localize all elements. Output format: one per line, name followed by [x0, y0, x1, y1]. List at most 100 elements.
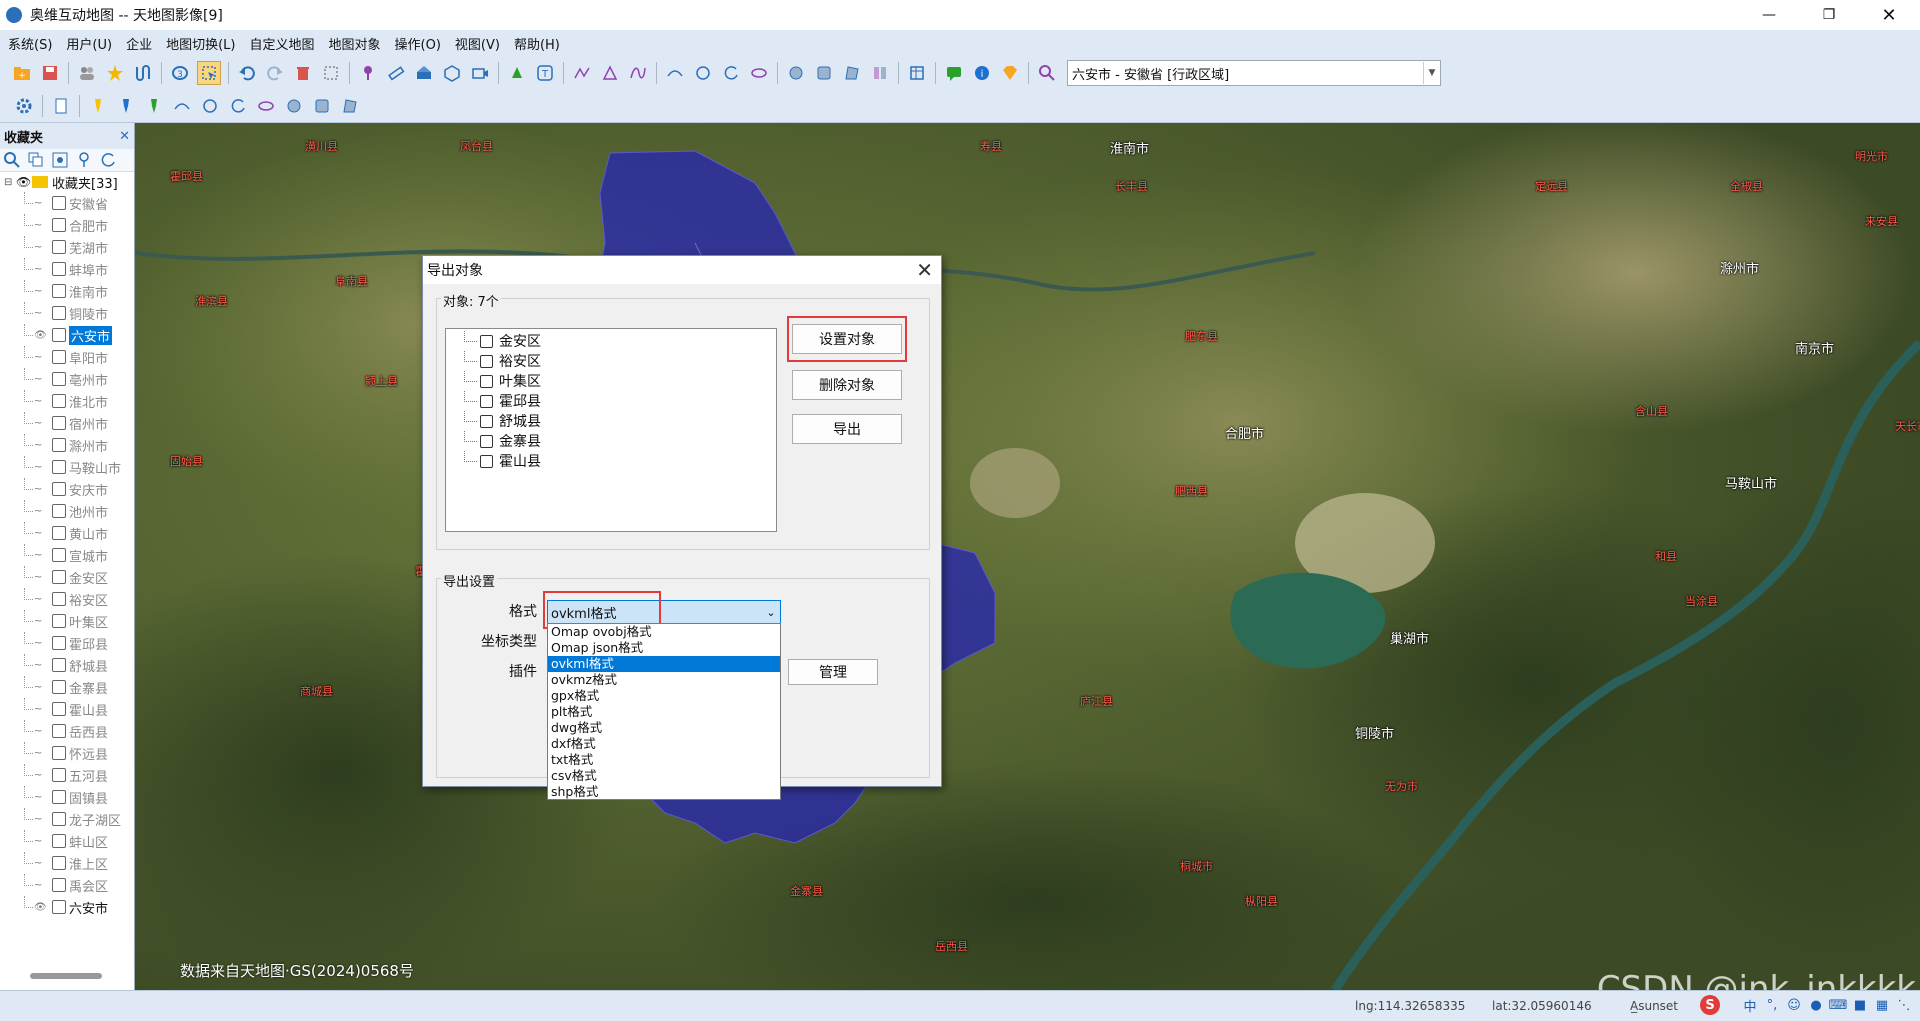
info-icon[interactable]: i	[971, 62, 993, 84]
users-icon[interactable]	[76, 62, 98, 84]
favorites-item[interactable]: ~ 马鞍山市	[0, 456, 134, 478]
object-list-item[interactable]: 霍邱县	[446, 391, 776, 411]
ime-logo-icon[interactable]: S	[1700, 995, 1720, 1015]
favorites-item[interactable]: ~ 芜湖市	[0, 236, 134, 258]
blue-pin-icon[interactable]	[115, 95, 137, 117]
select-tool-icon[interactable]	[197, 61, 221, 85]
format-option[interactable]: txt格式	[548, 752, 780, 768]
favorites-item[interactable]: ~ 霍山县	[0, 698, 134, 720]
compare-icon[interactable]	[869, 62, 891, 84]
eye-closed-icon[interactable]: ~	[34, 880, 50, 891]
eye-closed-icon[interactable]: ~	[34, 352, 50, 363]
eye-closed-icon[interactable]: ~	[34, 594, 50, 605]
ellipse-icon[interactable]	[255, 95, 277, 117]
favorites-root[interactable]: ⊟ 👁 收藏夹[33]	[0, 172, 134, 192]
menu-operation[interactable]: 操作(O)	[387, 34, 447, 53]
ellipse-icon[interactable]	[748, 62, 770, 84]
favorites-item[interactable]: ~ 淮南市	[0, 280, 134, 302]
favorites-item[interactable]: ~ 黄山市	[0, 522, 134, 544]
favorites-item[interactable]: ~ 怀远县	[0, 742, 134, 764]
object-list[interactable]: 金安区 裕安区 叶集区 霍邱县 舒城县 金寨县 霍山县	[445, 328, 777, 532]
grid-circle-icon[interactable]	[283, 95, 305, 117]
format-option[interactable]: gpx格式	[548, 688, 780, 704]
chevron-down-icon[interactable]: ▼	[1423, 62, 1440, 84]
keyboard-icon[interactable]: ⌨	[1828, 995, 1848, 1015]
refresh-icon[interactable]	[98, 150, 118, 170]
eye-closed-icon[interactable]: ~	[34, 792, 50, 803]
format-option[interactable]: Omap json格式	[548, 640, 780, 656]
yellow-pin-icon[interactable]	[87, 95, 109, 117]
menu-map-objects[interactable]: 地图对象	[321, 34, 387, 53]
copy-icon[interactable]	[26, 150, 46, 170]
eye-closed-icon[interactable]: ~	[34, 616, 50, 627]
area-measure-icon[interactable]	[413, 62, 435, 84]
grid-square-icon[interactable]	[311, 95, 333, 117]
format-option[interactable]: dwg格式	[548, 720, 780, 736]
skin-icon[interactable]: ■	[1850, 995, 1870, 1015]
save-icon[interactable]	[39, 62, 61, 84]
eye-closed-icon[interactable]: ~	[34, 726, 50, 737]
menu-map-switch[interactable]: 地图切换(L)	[158, 34, 241, 53]
map-view[interactable]: 霍邱县淮南市合肥市六安市滁州市南京市马鞍山市舒城县巢湖市铜陵市寿县长丰县定远县肥…	[135, 123, 1920, 990]
pin-outline-icon[interactable]	[74, 150, 94, 170]
favorites-item[interactable]: ~ 安庆市	[0, 478, 134, 500]
marker-icon[interactable]	[357, 62, 379, 84]
format-option[interactable]: ovkmz格式	[548, 672, 780, 688]
object-list-item[interactable]: 叶集区	[446, 371, 776, 391]
favorites-item[interactable]: ~ 合肥市	[0, 214, 134, 236]
green-pin-icon[interactable]	[143, 95, 165, 117]
route-icon[interactable]	[132, 62, 154, 84]
chevron-down-icon[interactable]: ⌄	[762, 606, 780, 619]
layers-icon[interactable]: 3	[169, 62, 191, 84]
eye-closed-icon[interactable]: ~	[34, 374, 50, 385]
search-icon[interactable]	[2, 150, 22, 170]
eye-closed-icon[interactable]: ~	[34, 198, 50, 209]
ruler-icon[interactable]	[385, 62, 407, 84]
locate-icon[interactable]	[50, 150, 70, 170]
polygon-icon[interactable]	[599, 62, 621, 84]
eye-closed-icon[interactable]: ~	[34, 660, 50, 671]
eye-closed-icon[interactable]: ~	[34, 220, 50, 231]
eye-closed-icon[interactable]: ~	[34, 748, 50, 759]
format-dropdown-list[interactable]: Omap ovobj格式 Omap json格式 ovkml格式 ovkmz格式 gpx…	[547, 623, 781, 800]
favorites-item[interactable]: ~ 宿州市	[0, 412, 134, 434]
format-option[interactable]: plt格式	[548, 704, 780, 720]
sector-icon[interactable]	[227, 95, 249, 117]
format-option[interactable]: Omap ovobj格式	[548, 624, 780, 640]
favorites-item[interactable]: ~ 蚌埠市	[0, 258, 134, 280]
undo-icon[interactable]	[236, 62, 258, 84]
image-overlay-icon[interactable]	[841, 62, 863, 84]
favorites-item[interactable]: ~ 淮上区	[0, 852, 134, 874]
eye-closed-icon[interactable]: ~	[34, 264, 50, 275]
settings-gear-icon[interactable]	[13, 95, 35, 117]
search-icon[interactable]	[1036, 62, 1058, 84]
favorites-item[interactable]: ~ 龙子湖区	[0, 808, 134, 830]
favorites-item[interactable]: ~ 蚌山区	[0, 830, 134, 852]
object-list-item[interactable]: 裕安区	[446, 351, 776, 371]
expand-icon[interactable]: ⊟	[4, 177, 16, 188]
favorites-item[interactable]: ~ 阜阳市	[0, 346, 134, 368]
select-box-icon[interactable]	[320, 62, 342, 84]
grid-circle-icon[interactable]	[785, 62, 807, 84]
eye-closed-icon[interactable]: ~	[34, 484, 50, 495]
menu-custom-map[interactable]: 自定义地图	[241, 34, 320, 53]
eye-closed-icon[interactable]: ~	[34, 462, 50, 473]
favorites-item[interactable]: ~ 岳西县	[0, 720, 134, 742]
object-list-item[interactable]: 舒城县	[446, 411, 776, 431]
format-option[interactable]: shp格式	[548, 784, 780, 799]
manage-button[interactable]: 管理	[788, 659, 878, 685]
favorites-item[interactable]: ~ 霍邱县	[0, 632, 134, 654]
table-icon[interactable]	[906, 62, 928, 84]
microphone-icon[interactable]: ●	[1806, 995, 1826, 1015]
favorites-item[interactable]: 👁 六安市	[0, 896, 134, 918]
shape-icon[interactable]	[441, 62, 463, 84]
object-list-item[interactable]: 金寨县	[446, 431, 776, 451]
favorites-item[interactable]: ~ 淮北市	[0, 390, 134, 412]
close-icon[interactable]: ✕	[1866, 0, 1912, 30]
pin-icon[interactable]	[506, 62, 528, 84]
favorites-item[interactable]: ~ 五河县	[0, 764, 134, 786]
favorites-item[interactable]: ~ 金寨县	[0, 676, 134, 698]
eye-closed-icon[interactable]: ~	[34, 286, 50, 297]
image-overlay-icon[interactable]	[339, 95, 361, 117]
favorites-item[interactable]: ~ 固镇县	[0, 786, 134, 808]
